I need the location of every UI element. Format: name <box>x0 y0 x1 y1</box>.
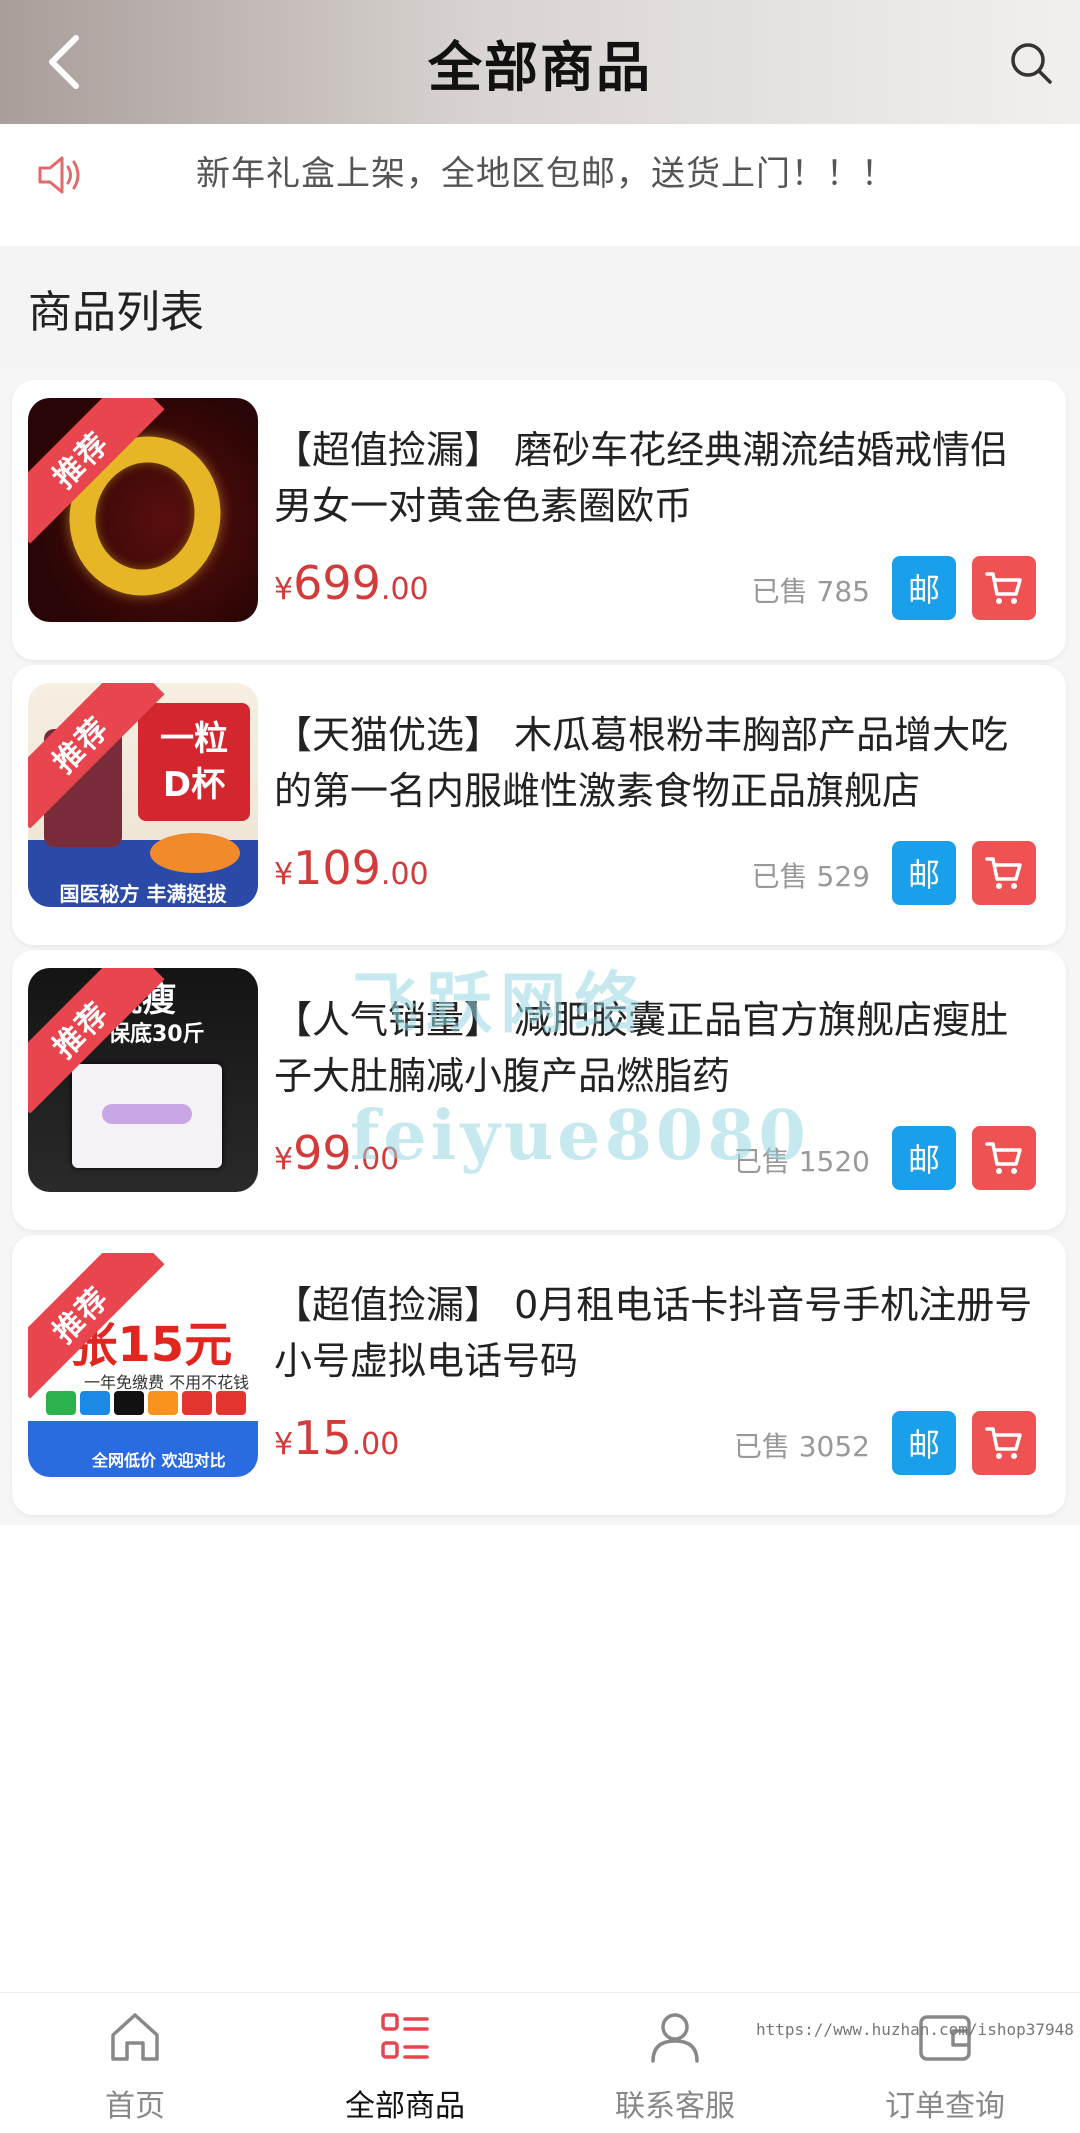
product-image[interactable]: 一粒 D杯 国医秘方 丰满挺拔 推荐 <box>28 683 258 907</box>
product-image[interactable]: 推荐 <box>28 398 258 622</box>
notice-bar[interactable]: 新年礼盒上架，全地区包邮，送货上门！！！ <box>0 124 1080 246</box>
tab-label: 订单查询 <box>885 2089 1005 2124</box>
url-watermark: https://www.huzhan.com/ishop37948 <box>756 2020 1074 2039</box>
search-button[interactable] <box>996 28 1066 98</box>
product-card[interactable]: 推荐 【超值捡漏】 磨砂车花经典潮流结婚戒情侣男女一对黄金色素圈欧币 ¥699.… <box>12 380 1066 660</box>
tab-order-lookup[interactable]: 订单查询 <box>810 1993 1080 2133</box>
free-shipping-button[interactable]: 邮 <box>892 556 956 620</box>
speaker-icon <box>38 156 80 194</box>
add-to-cart-button[interactable] <box>972 1126 1036 1190</box>
watermark-text: feiyue8080 <box>350 1096 810 1176</box>
page-title: 全部商品 <box>428 35 652 99</box>
tab-customer-service[interactable]: 联系客服 <box>540 1993 810 2133</box>
product-card[interactable]: 9张15元 一年免缴费 不用不花钱 全网低价 欢迎对比 推荐 【超值捡漏】 0月… <box>12 1235 1066 1515</box>
product-price: ¥15.00 <box>274 1411 400 1465</box>
tab-label: 全部商品 <box>345 2089 465 2124</box>
empty-area <box>0 1525 1080 1992</box>
list-icon <box>381 2013 429 2059</box>
product-price: ¥109.00 <box>274 841 429 895</box>
cart-icon <box>985 572 1022 604</box>
product-title[interactable]: 【超值捡漏】 0月租电话卡抖音号手机注册号小号虚拟电话号码 <box>274 1277 1034 1389</box>
tab-home[interactable]: 首页 <box>0 1993 270 2133</box>
back-button[interactable] <box>28 26 100 98</box>
free-shipping-button[interactable]: 邮 <box>892 1126 956 1190</box>
tab-label: 首页 <box>105 2089 165 2124</box>
product-price: ¥699.00 <box>274 556 429 610</box>
sold-count: 已售 785 <box>751 575 870 608</box>
sold-count: 已售 529 <box>751 860 870 893</box>
home-icon <box>111 2013 159 2061</box>
sold-count: 已售 3052 <box>733 1430 870 1463</box>
section-title: 商品列表 <box>28 287 204 338</box>
add-to-cart-button[interactable] <box>972 841 1036 905</box>
tab-all-products[interactable]: 全部商品 <box>270 1993 540 2133</box>
product-card[interactable]: 一粒 D杯 国医秘方 丰满挺拔 推荐 【天猫优选】 木瓜葛根粉丰胸部产品增大吃的第… <box>12 665 1066 945</box>
product-image[interactable]: 就瘦 保底30斤 推荐 <box>28 968 258 1192</box>
search-icon <box>1011 43 1052 84</box>
cart-icon <box>985 857 1022 889</box>
free-shipping-button[interactable]: 邮 <box>892 841 956 905</box>
free-shipping-button[interactable]: 邮 <box>892 1411 956 1475</box>
add-to-cart-button[interactable] <box>972 1411 1036 1475</box>
add-to-cart-button[interactable] <box>972 556 1036 620</box>
product-image[interactable]: 9张15元 一年免缴费 不用不花钱 全网低价 欢迎对比 推荐 <box>28 1253 258 1477</box>
cart-icon <box>985 1142 1022 1174</box>
watermark-text: 飞跃网络 <box>352 965 648 1042</box>
bottom-tab-bar: 首页 全部商品 联系客服 订单查询 <box>0 1992 1080 2133</box>
tab-label: 联系客服 <box>615 2089 735 2124</box>
notice-text: 新年礼盒上架，全地区包邮，送货上门！！！ <box>196 154 896 194</box>
product-title[interactable]: 【超值捡漏】 磨砂车花经典潮流结婚戒情侣男女一对黄金色素圈欧币 <box>274 422 1034 534</box>
section-header: 商品列表 <box>0 246 1080 368</box>
user-icon <box>651 2013 699 2063</box>
chevron-left-icon <box>49 35 79 89</box>
cart-icon <box>985 1427 1022 1459</box>
product-title[interactable]: 【天猫优选】 木瓜葛根粉丰胸部产品增大吃的第一名内服雌性激素食物正品旗舰店 <box>274 707 1034 819</box>
top-bar: 全部商品 <box>0 0 1080 124</box>
